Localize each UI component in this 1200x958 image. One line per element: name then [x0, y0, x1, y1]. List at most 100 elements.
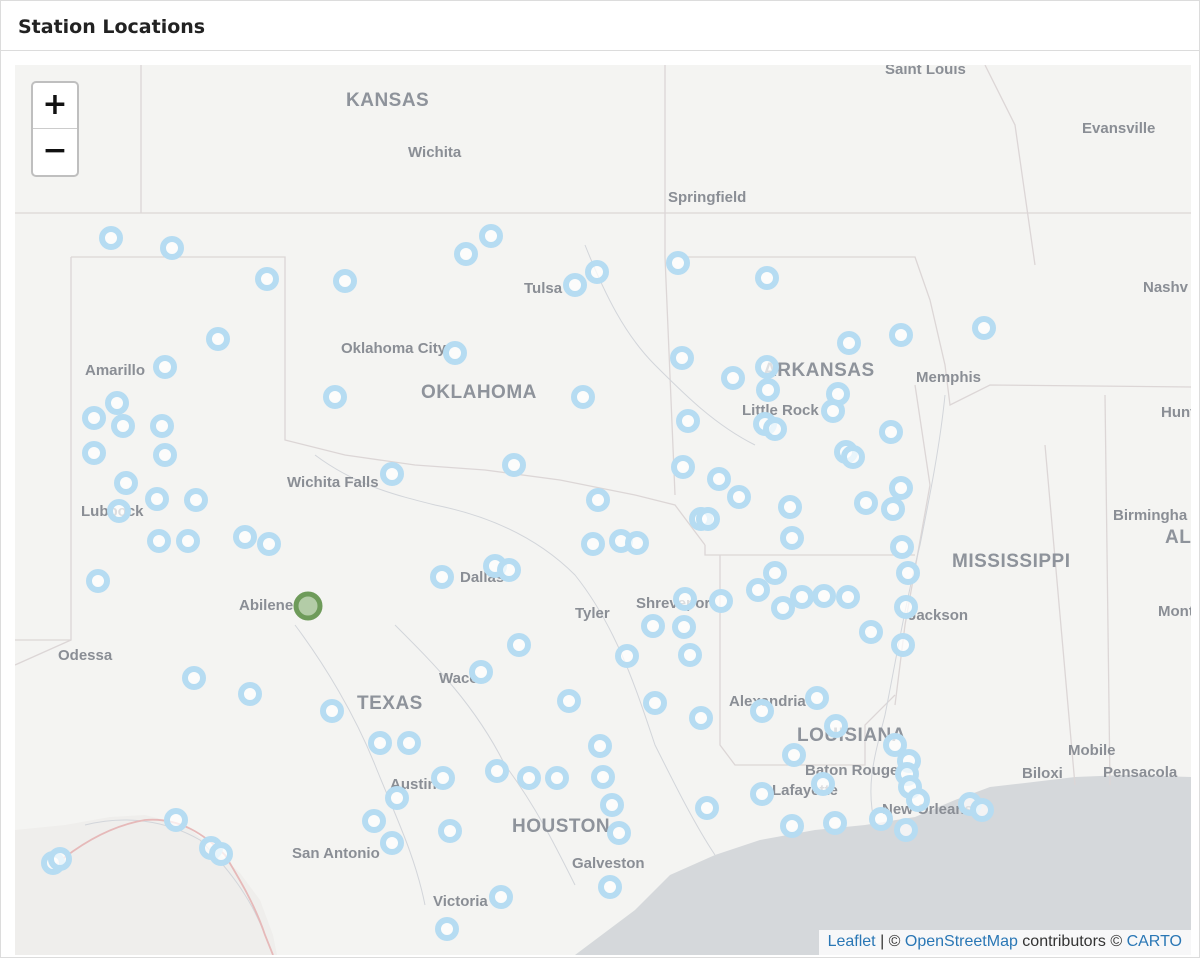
- openstreetmap-link[interactable]: OpenStreetMap: [905, 933, 1018, 950]
- station-marker[interactable]: [598, 875, 622, 899]
- station-marker[interactable]: [763, 561, 787, 585]
- station-marker[interactable]: [894, 595, 918, 619]
- station-marker[interactable]: [869, 807, 893, 831]
- station-marker[interactable]: [771, 596, 795, 620]
- station-marker[interactable]: [883, 733, 907, 757]
- station-marker[interactable]: [746, 578, 770, 602]
- station-marker[interactable]: [99, 226, 123, 250]
- station-marker[interactable]: [184, 488, 208, 512]
- station-marker[interactable]: [557, 689, 581, 713]
- station-marker[interactable]: [643, 691, 667, 715]
- station-marker[interactable]: [755, 355, 779, 379]
- station-marker[interactable]: [255, 267, 279, 291]
- station-marker[interactable]: [545, 766, 569, 790]
- station-marker[interactable]: [600, 793, 624, 817]
- station-marker[interactable]: [756, 378, 780, 402]
- station-marker[interactable]: [443, 341, 467, 365]
- station-marker[interactable]: [397, 731, 421, 755]
- station-marker[interactable]: [563, 273, 587, 297]
- station-marker[interactable]: [641, 614, 665, 638]
- station-marker[interactable]: [571, 385, 595, 409]
- station-marker[interactable]: [114, 471, 138, 495]
- carto-link[interactable]: CARTO: [1127, 933, 1182, 950]
- station-marker[interactable]: [906, 788, 930, 812]
- station-marker[interactable]: [485, 759, 509, 783]
- station-marker[interactable]: [380, 831, 404, 855]
- station-marker[interactable]: [823, 811, 847, 835]
- station-marker[interactable]: [502, 453, 526, 477]
- station-marker[interactable]: [812, 584, 836, 608]
- station-marker[interactable]: [889, 476, 913, 500]
- station-marker[interactable]: [676, 409, 700, 433]
- station-marker[interactable]: [497, 558, 521, 582]
- station-marker[interactable]: [671, 455, 695, 479]
- station-marker[interactable]: [750, 782, 774, 806]
- station-marker[interactable]: [238, 682, 262, 706]
- station-marker[interactable]: [707, 467, 731, 491]
- station-marker[interactable]: [615, 644, 639, 668]
- station-marker[interactable]: [755, 266, 779, 290]
- station-marker[interactable]: [145, 487, 169, 511]
- station-marker[interactable]: [581, 532, 605, 556]
- station-marker[interactable]: [811, 772, 835, 796]
- station-marker[interactable]: [333, 269, 357, 293]
- station-marker[interactable]: [854, 491, 878, 515]
- station-marker[interactable]: [625, 531, 649, 555]
- station-marker[interactable]: [438, 819, 462, 843]
- station-marker[interactable]: [489, 885, 513, 909]
- station-marker[interactable]: [782, 743, 806, 767]
- station-marker[interactable]: [150, 414, 174, 438]
- station-marker[interactable]: [896, 561, 920, 585]
- station-marker[interactable]: [454, 242, 478, 266]
- station-marker[interactable]: [666, 251, 690, 275]
- station-marker[interactable]: [709, 589, 733, 613]
- station-marker[interactable]: [233, 525, 257, 549]
- station-marker[interactable]: [678, 643, 702, 667]
- station-marker[interactable]: [153, 443, 177, 467]
- station-marker[interactable]: [209, 842, 233, 866]
- station-marker[interactable]: [147, 529, 171, 553]
- station-marker[interactable]: [385, 786, 409, 810]
- station-marker[interactable]: [430, 565, 454, 589]
- station-marker[interactable]: [805, 686, 829, 710]
- station-marker[interactable]: [894, 818, 918, 842]
- station-marker[interactable]: [695, 796, 719, 820]
- station-marker[interactable]: [48, 847, 72, 871]
- station-marker[interactable]: [727, 485, 751, 509]
- station-marker[interactable]: [881, 497, 905, 521]
- station-marker[interactable]: [972, 316, 996, 340]
- station-marker[interactable]: [586, 488, 610, 512]
- station-marker[interactable]: [435, 917, 459, 941]
- station-marker[interactable]: [672, 615, 696, 639]
- station-marker[interactable]: [836, 585, 860, 609]
- station-marker[interactable]: [380, 462, 404, 486]
- station-marker[interactable]: [588, 734, 612, 758]
- map-view[interactable]: KANSAS OKLAHOMA ARKANSAS TEXAS LOUISIANA…: [15, 65, 1191, 955]
- station-marker[interactable]: [153, 355, 177, 379]
- station-marker[interactable]: [670, 346, 694, 370]
- station-marker[interactable]: [890, 535, 914, 559]
- station-marker[interactable]: [585, 260, 609, 284]
- station-marker[interactable]: [107, 499, 131, 523]
- station-marker[interactable]: [507, 633, 531, 657]
- station-marker[interactable]: [607, 821, 631, 845]
- station-marker[interactable]: [790, 585, 814, 609]
- station-marker[interactable]: [320, 699, 344, 723]
- station-marker[interactable]: [362, 809, 386, 833]
- station-marker[interactable]: [689, 706, 713, 730]
- station-marker[interactable]: [431, 766, 455, 790]
- station-marker[interactable]: [176, 529, 200, 553]
- map-canvas[interactable]: KANSAS OKLAHOMA ARKANSAS TEXAS LOUISIANA…: [15, 65, 1191, 955]
- station-marker[interactable]: [160, 236, 184, 260]
- station-marker[interactable]: [257, 532, 281, 556]
- station-marker[interactable]: [323, 385, 347, 409]
- station-marker[interactable]: [879, 420, 903, 444]
- station-marker[interactable]: [105, 391, 129, 415]
- zoom-in-button[interactable]: +: [33, 83, 77, 129]
- station-marker[interactable]: [469, 660, 493, 684]
- station-marker[interactable]: [821, 399, 845, 423]
- station-marker[interactable]: [841, 445, 865, 469]
- station-marker[interactable]: [479, 224, 503, 248]
- station-marker[interactable]: [763, 417, 787, 441]
- station-marker[interactable]: [780, 526, 804, 550]
